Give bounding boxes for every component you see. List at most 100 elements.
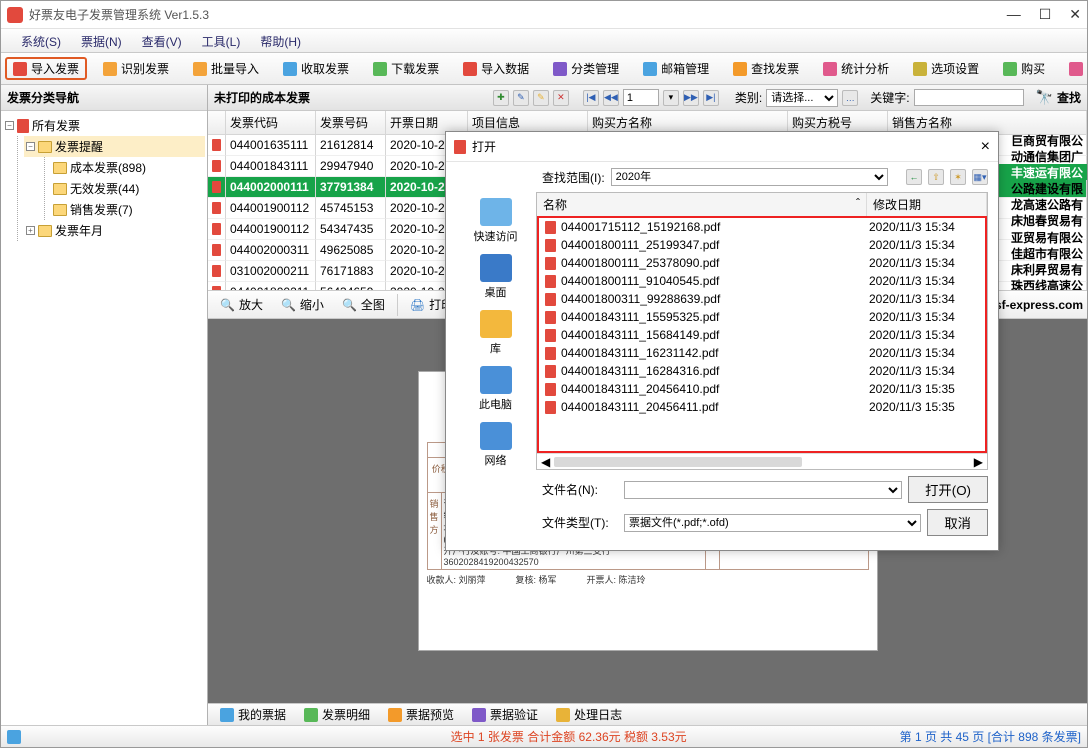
dialog-close-button[interactable]: ×: [981, 138, 990, 156]
tab-票据预览[interactable]: 票据预览: [380, 703, 462, 726]
scrollbar-thumb[interactable]: [554, 457, 802, 467]
add-button[interactable]: ✚: [493, 90, 509, 106]
toolbar-选项设置[interactable]: 选项设置: [905, 57, 987, 80]
filename-input[interactable]: [624, 481, 902, 499]
maximize-button[interactable]: ☐: [1039, 6, 1052, 23]
tree-root[interactable]: − 所有发票: [3, 115, 205, 136]
tree-label: 发票年月: [55, 222, 103, 239]
close-button[interactable]: ✕: [1069, 6, 1081, 23]
filetype-select[interactable]: 票据文件(*.pdf;*.ofd): [624, 514, 921, 532]
category-more[interactable]: …: [842, 90, 858, 106]
sidebar: 发票分类导航 − 所有发票 − 发票提醒 成本发票(898)无效发票(44)销售…: [1, 85, 208, 725]
place-快速访问[interactable]: 快速访问: [474, 198, 518, 244]
minimize-button[interactable]: —: [1007, 6, 1021, 23]
pdf-icon: [212, 244, 221, 256]
edit-button[interactable]: ✎: [513, 90, 529, 106]
place-网络[interactable]: 网络: [480, 422, 512, 468]
file-row[interactable]: 044001800311_99288639.pdf2020/11/3 15:34: [539, 290, 985, 308]
toolbar-查找发票[interactable]: 查找发票: [725, 57, 807, 80]
prev-page-button[interactable]: ◀◀: [603, 90, 619, 106]
menu-item[interactable]: 查看(V): [132, 29, 192, 52]
menu-item[interactable]: 帮助(H): [250, 29, 311, 52]
tree-item[interactable]: 成本发票(898): [51, 157, 205, 178]
next-page-button[interactable]: ▶▶: [683, 90, 699, 106]
collapse-icon[interactable]: −: [26, 142, 35, 151]
tab-我的票据[interactable]: 我的票据: [212, 703, 294, 726]
file-row[interactable]: 044001800111_25378090.pdf2020/11/3 15:34: [539, 254, 985, 272]
open-button[interactable]: 打开(O): [908, 476, 988, 503]
tab-票据验证[interactable]: 票据验证: [464, 703, 546, 726]
menu-item[interactable]: 工具(L): [192, 29, 251, 52]
printer-icon: 🖨: [410, 298, 425, 312]
menu-item[interactable]: 票据(N): [71, 29, 132, 52]
toolbar-批量导入[interactable]: 批量导入: [185, 57, 267, 80]
tab-icon: [556, 708, 570, 722]
app-icon: [7, 7, 23, 23]
file-row[interactable]: 044001843111_16231142.pdf2020/11/3 15:34: [539, 344, 985, 362]
toolbar-icon: [193, 62, 207, 76]
expand-icon[interactable]: +: [26, 226, 35, 235]
page-input[interactable]: [623, 89, 659, 106]
col-header[interactable]: 发票代码: [226, 111, 316, 135]
file-row[interactable]: 044001843111_15595325.pdf2020/11/3 15:34: [539, 308, 985, 326]
col-date[interactable]: 修改日期: [867, 193, 987, 216]
binoculars-icon[interactable]: 🔭: [1036, 89, 1053, 106]
toolbar-常见问[interactable]: 常见问: [1061, 57, 1088, 80]
toolbar-购买[interactable]: 购买: [995, 57, 1053, 80]
collapse-icon[interactable]: −: [5, 121, 14, 130]
delete-button[interactable]: ✕: [553, 90, 569, 106]
pdf-icon: [545, 221, 556, 234]
tab-处理日志[interactable]: 处理日志: [548, 703, 630, 726]
toolbar-导入数据[interactable]: 导入数据: [455, 57, 537, 80]
place-此电脑[interactable]: 此电脑: [479, 366, 512, 412]
app-title: 好票友电子发票管理系统 Ver1.5.3: [29, 6, 209, 23]
file-list[interactable]: 名称 ˆ 修改日期 044001715112_15192168.pdf2020/…: [536, 192, 988, 470]
scope-select[interactable]: 2020年: [611, 168, 888, 186]
file-row[interactable]: 044001800111_91040545.pdf2020/11/3 15:34: [539, 272, 985, 290]
toolbar-邮箱管理[interactable]: 邮箱管理: [635, 57, 717, 80]
zoom-out-button[interactable]: 🔍缩小: [273, 293, 332, 316]
tree-item[interactable]: 无效发票(44): [51, 178, 205, 199]
toolbar-收取发票[interactable]: 收取发票: [275, 57, 357, 80]
menu-item[interactable]: 系统(S): [11, 29, 71, 52]
first-page-button[interactable]: |◀: [583, 90, 599, 106]
place-桌面[interactable]: 桌面: [480, 254, 512, 300]
file-row[interactable]: 044001715112_15192168.pdf2020/11/3 15:34: [539, 218, 985, 236]
file-row[interactable]: 044001843111_16284316.pdf2020/11/3 15:34: [539, 362, 985, 380]
col-header[interactable]: 发票号码: [316, 111, 386, 135]
folder-icon: [38, 225, 52, 237]
up-icon[interactable]: ⇧: [928, 169, 944, 185]
keyword-input[interactable]: [914, 89, 1024, 106]
col-name[interactable]: 名称 ˆ: [537, 193, 867, 216]
page-dropdown[interactable]: ▾: [663, 90, 679, 106]
last-page-button[interactable]: ▶|: [703, 90, 719, 106]
pdf-icon: [545, 239, 556, 252]
zoom-in-button[interactable]: 🔍放大: [212, 293, 271, 316]
back-icon[interactable]: ←: [906, 169, 922, 185]
find-button[interactable]: 查找: [1057, 89, 1081, 106]
new-folder-icon[interactable]: ✶: [950, 169, 966, 185]
file-row[interactable]: 044001800111_25199347.pdf2020/11/3 15:34: [539, 236, 985, 254]
file-row[interactable]: 044001843111_15684149.pdf2020/11/3 15:34: [539, 326, 985, 344]
clear-button[interactable]: ✎: [533, 90, 549, 106]
tab-发票明细[interactable]: 发票明细: [296, 703, 378, 726]
category-select[interactable]: 请选择...: [766, 89, 838, 107]
toolbar-统计分析[interactable]: 统计分析: [815, 57, 897, 80]
toolbar-分类管理[interactable]: 分类管理: [545, 57, 627, 80]
file-row[interactable]: 044001843111_20456410.pdf2020/11/3 15:35: [539, 380, 985, 398]
pdf-icon: [212, 181, 221, 193]
tab-icon: [472, 708, 486, 722]
fit-button[interactable]: 🔍全图: [334, 293, 393, 316]
toolbar-识别发票[interactable]: 识别发票: [95, 57, 177, 80]
toolbar-导入发票[interactable]: 导入发票: [5, 57, 87, 80]
file-row[interactable]: 044001843111_20456411.pdf2020/11/3 15:35: [539, 398, 985, 416]
tree-item[interactable]: 销售发票(7): [51, 199, 205, 220]
tree-group[interactable]: + 发票年月: [24, 220, 205, 241]
view-icon[interactable]: ▦▾: [972, 169, 988, 185]
tree-group[interactable]: − 发票提醒: [24, 136, 205, 157]
invoice-tree[interactable]: − 所有发票 − 发票提醒 成本发票(898)无效发票(44)销售发票(7) +…: [1, 111, 207, 725]
place-库[interactable]: 库: [480, 310, 512, 356]
cancel-button[interactable]: 取消: [927, 509, 988, 536]
filename-label: 文件名(N):: [542, 481, 618, 498]
toolbar-下载发票[interactable]: 下载发票: [365, 57, 447, 80]
